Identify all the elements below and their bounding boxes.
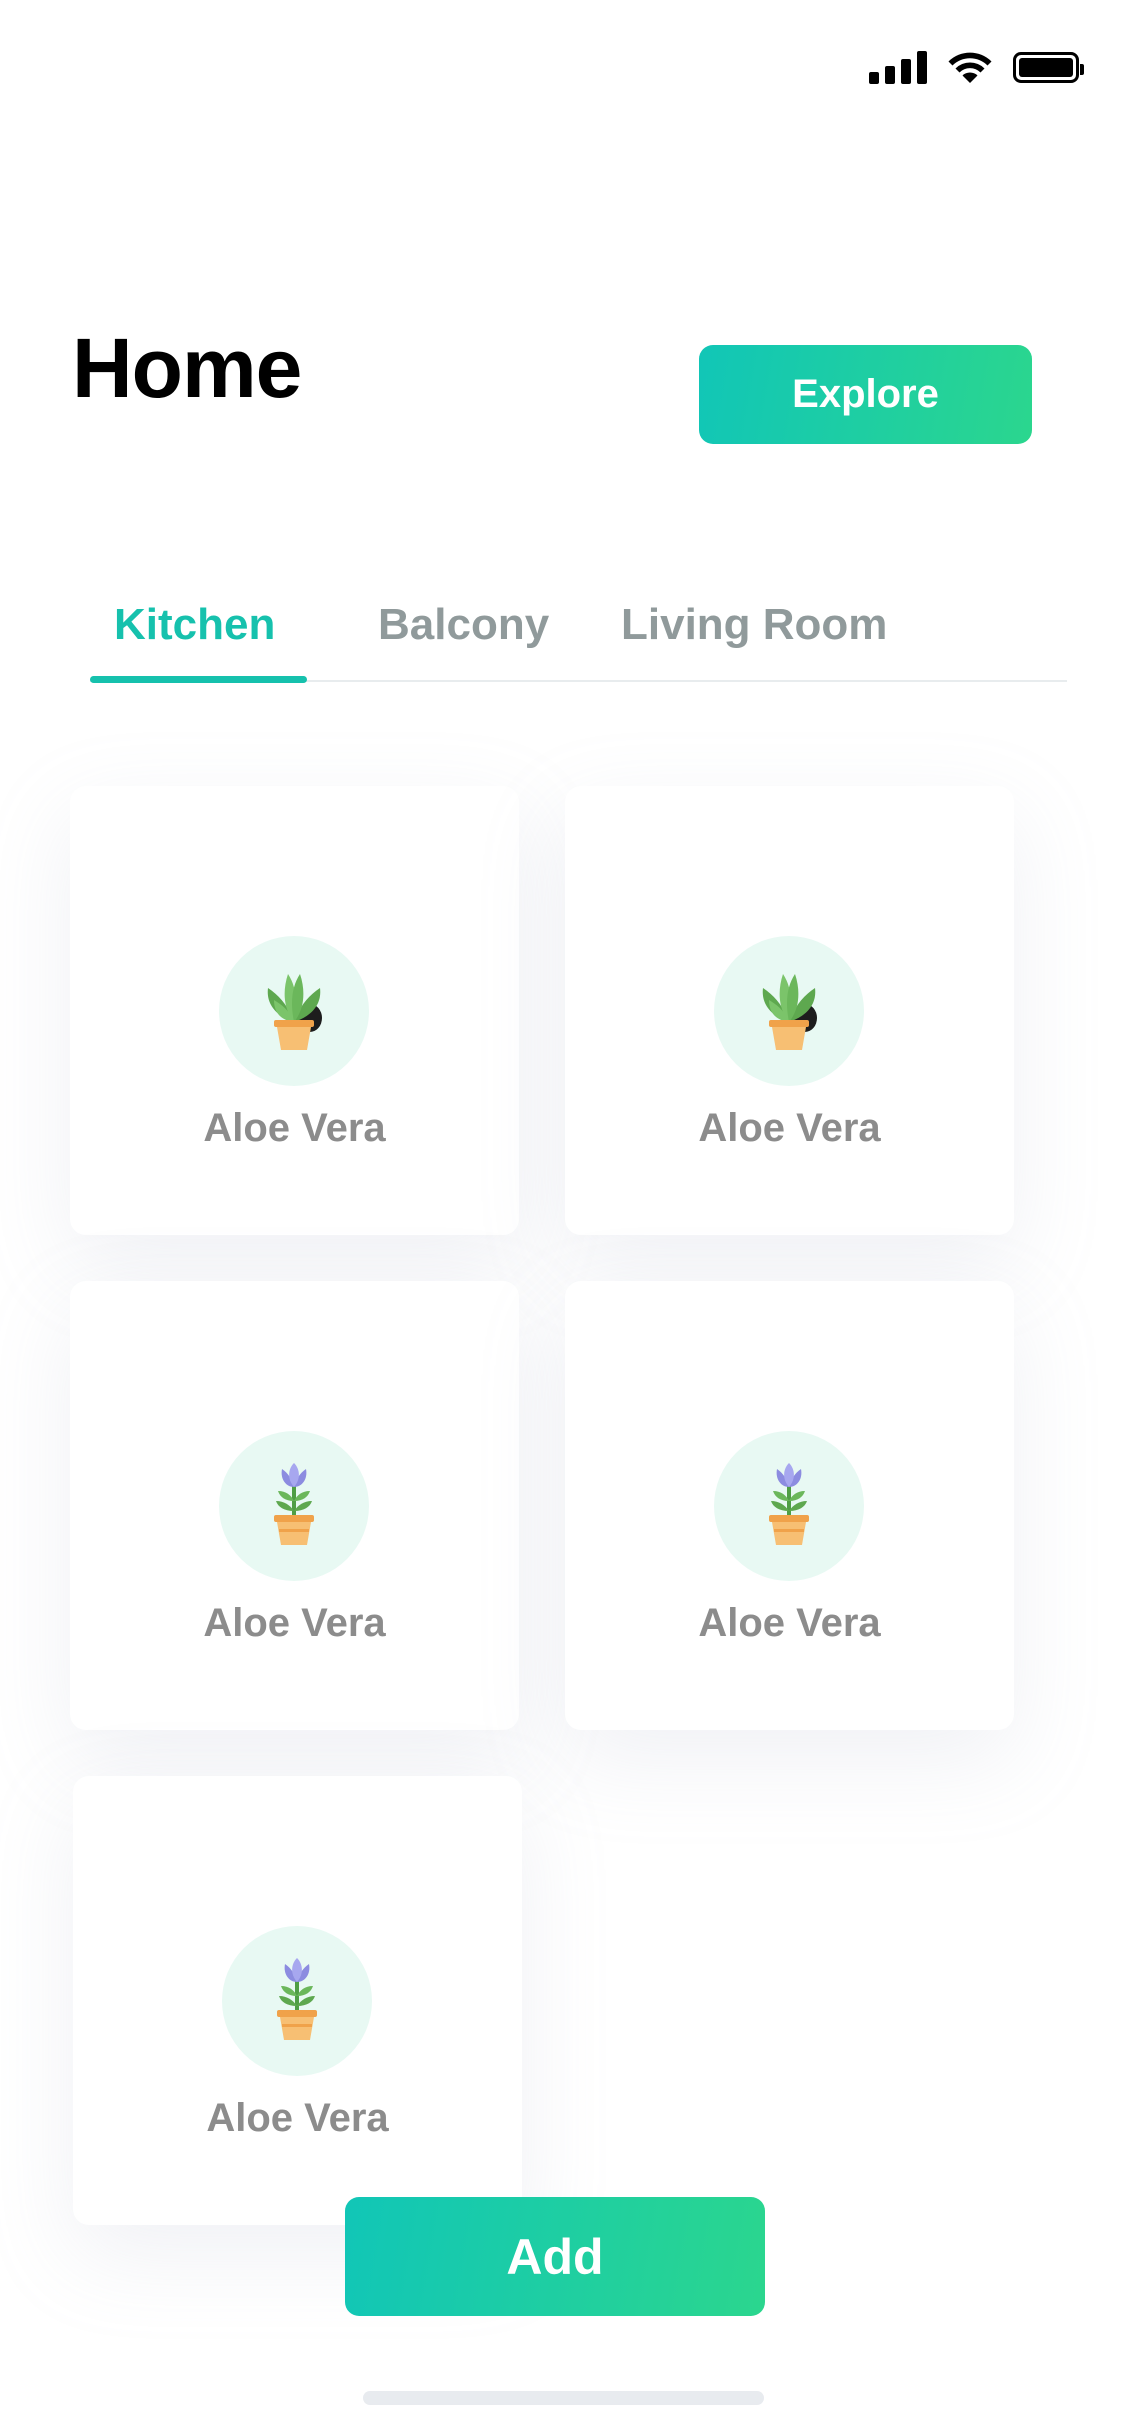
add-button[interactable]: Add bbox=[345, 2197, 765, 2316]
plant-name: Aloe Vera bbox=[206, 2096, 389, 2140]
plant-name: Aloe Vera bbox=[203, 1601, 386, 1645]
tab-living-room[interactable]: Living Room bbox=[621, 600, 887, 650]
plant-card[interactable]: Aloe Vera bbox=[73, 1776, 522, 2225]
page-title: Home bbox=[72, 321, 302, 415]
plant-card[interactable]: Aloe Vera bbox=[70, 786, 519, 1235]
plant-card[interactable]: Aloe Vera bbox=[70, 1281, 519, 1730]
status-icons bbox=[869, 50, 1084, 84]
plant-name: Aloe Vera bbox=[203, 1106, 386, 1150]
plant-icon-circle bbox=[714, 1431, 864, 1581]
plant-name: Aloe Vera bbox=[698, 1601, 881, 1645]
tab-kitchen[interactable]: Kitchen bbox=[114, 600, 275, 650]
flower-plant-icon bbox=[274, 1463, 314, 1545]
flower-plant-icon bbox=[277, 1958, 317, 2040]
battery-icon bbox=[1013, 51, 1084, 83]
plant-icon-circle bbox=[219, 1431, 369, 1581]
wifi-icon bbox=[948, 52, 992, 83]
plant-icon-circle bbox=[222, 1926, 372, 2076]
aloe-plant-icon bbox=[762, 974, 817, 1050]
status-bar bbox=[0, 0, 1125, 132]
aloe-plant-icon bbox=[267, 974, 322, 1050]
flower-plant-icon bbox=[769, 1463, 809, 1545]
cellular-signal-icon bbox=[869, 50, 927, 84]
plant-icon-circle bbox=[219, 936, 369, 1086]
plant-card[interactable]: Aloe Vera bbox=[565, 786, 1014, 1235]
explore-button[interactable]: Explore bbox=[699, 345, 1032, 444]
plant-card[interactable]: Aloe Vera bbox=[565, 1281, 1014, 1730]
tab-balcony[interactable]: Balcony bbox=[378, 600, 549, 650]
active-tab-indicator bbox=[90, 676, 307, 683]
plant-icon-circle bbox=[714, 936, 864, 1086]
room-tabs: Kitchen Balcony Living Room bbox=[90, 590, 1067, 683]
plant-name: Aloe Vera bbox=[698, 1106, 881, 1150]
home-indicator[interactable] bbox=[363, 2391, 764, 2405]
